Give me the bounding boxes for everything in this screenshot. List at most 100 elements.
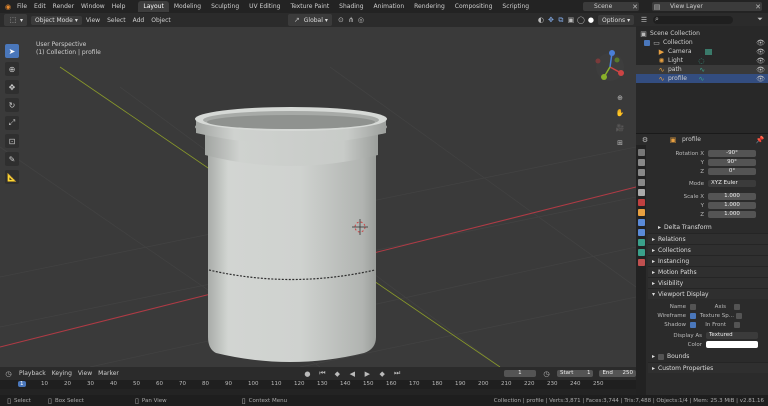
- modifier-tab-icon[interactable]: [637, 219, 645, 226]
- grid-view-icon[interactable]: ⊞: [615, 138, 625, 148]
- menu-view[interactable]: View: [86, 17, 100, 24]
- properties-editor-icon[interactable]: ⚙: [640, 135, 650, 145]
- filter-icon[interactable]: ⏷: [755, 15, 765, 25]
- camera-view-icon[interactable]: 🎥: [615, 123, 625, 133]
- constraint-tab-icon[interactable]: [637, 229, 645, 236]
- visibility-icon[interactable]: ◐: [536, 15, 546, 25]
- annotate-tool-icon[interactable]: ✎: [5, 152, 19, 166]
- scale-x-field[interactable]: 1.000: [708, 193, 756, 200]
- tab-animation[interactable]: Animation: [369, 1, 410, 12]
- physics-tab-icon[interactable]: [637, 239, 645, 246]
- texture-space-checkbox[interactable]: [736, 312, 742, 319]
- navigation-gizmo-icon[interactable]: [595, 50, 625, 81]
- jump-end-icon[interactable]: ⏭: [393, 369, 402, 379]
- pivot-icon[interactable]: ⊙: [336, 15, 346, 25]
- bounds-checkbox[interactable]: [658, 353, 665, 360]
- object-tab-icon[interactable]: [637, 209, 645, 216]
- outliner-item-profile[interactable]: ∿ profile ∿ 👁: [636, 74, 768, 83]
- section-custom-properties[interactable]: ▸ Custom Properties: [648, 362, 768, 373]
- scale-z-field[interactable]: 1.000: [708, 211, 756, 218]
- start-frame-field[interactable]: Start 1: [556, 370, 594, 377]
- measure-tool-icon[interactable]: 📐: [5, 170, 19, 184]
- menu-help[interactable]: Help: [112, 3, 126, 10]
- menu-add[interactable]: Add: [133, 17, 145, 24]
- eye-icon[interactable]: 👁: [756, 74, 765, 84]
- section-delta-transform[interactable]: ▸ Delta Transform: [648, 222, 768, 233]
- overlay-icon[interactable]: ⧉: [556, 15, 566, 25]
- next-keyframe-icon[interactable]: ◆: [378, 369, 387, 379]
- timeline-ruler[interactable]: 1 10 20 30 40 50 60 70 80 90 100 110 120 130 140 150 160…: [0, 380, 636, 389]
- clock-icon[interactable]: ◷: [542, 369, 551, 379]
- menu-playback[interactable]: Playback: [19, 370, 46, 377]
- menu-render[interactable]: Render: [53, 3, 74, 10]
- menu-keying[interactable]: Keying: [52, 370, 72, 377]
- axis-checkbox[interactable]: [734, 303, 740, 310]
- world-tab-icon[interactable]: [637, 199, 645, 206]
- menu-marker[interactable]: Marker: [98, 370, 119, 377]
- color-swatch[interactable]: [706, 341, 758, 348]
- render-tab-icon[interactable]: [637, 159, 645, 166]
- section-collections[interactable]: ▸ Collections: [648, 244, 768, 255]
- shading-wireframe-icon[interactable]: ◯: [576, 15, 586, 25]
- zoom-icon[interactable]: ⊕: [615, 93, 625, 103]
- outliner-search-input[interactable]: ⌕: [653, 15, 733, 24]
- rotation-z-field[interactable]: 0°: [708, 168, 756, 175]
- snap-icon[interactable]: ⋔: [346, 15, 356, 25]
- pin-icon[interactable]: 📌: [755, 135, 765, 145]
- tab-compositing[interactable]: Compositing: [450, 1, 498, 12]
- shading-solid-icon[interactable]: ●: [586, 15, 596, 25]
- view-layer-tab-icon[interactable]: [637, 179, 645, 186]
- tab-texture-paint[interactable]: Texture Paint: [285, 1, 334, 12]
- hand-pan-icon[interactable]: ✋: [615, 108, 625, 118]
- menu-object[interactable]: Object: [151, 17, 171, 24]
- tool-tab-icon[interactable]: [637, 149, 645, 156]
- transform-orientation-dropdown[interactable]: ↗ Global ▾: [287, 14, 332, 26]
- move-tool-icon[interactable]: ✥: [5, 80, 19, 94]
- rotation-x-field[interactable]: -90°: [708, 150, 756, 157]
- scene-tab-icon[interactable]: [637, 189, 645, 196]
- section-bounds[interactable]: ▸ Bounds: [648, 351, 768, 362]
- tab-scripting[interactable]: Scripting: [497, 1, 534, 12]
- scale-y-field[interactable]: 1.000: [708, 202, 756, 209]
- outliner-collection[interactable]: ▭ Collection 👁: [636, 38, 768, 47]
- menu-window[interactable]: Window: [81, 3, 105, 10]
- blender-logo-icon[interactable]: ◉: [3, 2, 13, 12]
- jar-object[interactable]: [195, 107, 387, 362]
- section-viewport-display[interactable]: ▾ Viewport Display: [648, 288, 768, 299]
- tab-shading[interactable]: Shading: [334, 1, 368, 12]
- close-icon[interactable]: ✕: [754, 2, 762, 12]
- cursor-tool-icon[interactable]: ⊕: [5, 62, 19, 76]
- record-icon[interactable]: ●: [303, 369, 312, 379]
- transform-tool-icon[interactable]: ⊡: [5, 134, 19, 148]
- section-instancing[interactable]: ▸ Instancing: [648, 255, 768, 266]
- menu-file[interactable]: File: [17, 3, 27, 10]
- material-tab-icon[interactable]: [637, 259, 645, 266]
- xray-icon[interactable]: ▣: [566, 15, 576, 25]
- jump-start-icon[interactable]: ⏮: [318, 369, 327, 379]
- gizmo-icon[interactable]: ✥: [546, 15, 556, 25]
- view-layer-selector[interactable]: ▤ View Layer ✕: [652, 2, 762, 11]
- tab-layout[interactable]: Layout: [138, 1, 169, 12]
- select-tool-icon[interactable]: ➤: [5, 44, 19, 58]
- mode-dropdown[interactable]: Object Mode ▾: [31, 15, 82, 25]
- menu-edit[interactable]: Edit: [34, 3, 46, 10]
- play-icon[interactable]: ▶: [363, 369, 372, 379]
- rotation-y-field[interactable]: 90°: [708, 159, 756, 166]
- play-reverse-icon[interactable]: ◀: [348, 369, 357, 379]
- menu-select[interactable]: Select: [107, 17, 126, 24]
- editor-type-button[interactable]: ⬚ ▾: [4, 14, 28, 26]
- menu-timeline-view[interactable]: View: [78, 370, 92, 377]
- section-motion-paths[interactable]: ▸ Motion Paths: [648, 266, 768, 277]
- rotation-mode-dropdown[interactable]: XYZ Euler: [708, 180, 756, 187]
- output-tab-icon[interactable]: [637, 169, 645, 176]
- in-front-checkbox[interactable]: [734, 321, 740, 328]
- section-visibility[interactable]: ▸ Visibility: [648, 277, 768, 288]
- options-dropdown[interactable]: Options ▾: [598, 15, 635, 25]
- tab-uv-editing[interactable]: UV Editing: [244, 1, 285, 12]
- current-frame-field[interactable]: 1: [503, 370, 536, 377]
- timeline-editor-icon[interactable]: ◷: [4, 369, 13, 379]
- tab-rendering[interactable]: Rendering: [409, 1, 450, 12]
- close-icon[interactable]: ✕: [631, 2, 639, 12]
- end-frame-field[interactable]: End 250: [599, 370, 636, 377]
- object-data-tab-icon[interactable]: [637, 249, 645, 256]
